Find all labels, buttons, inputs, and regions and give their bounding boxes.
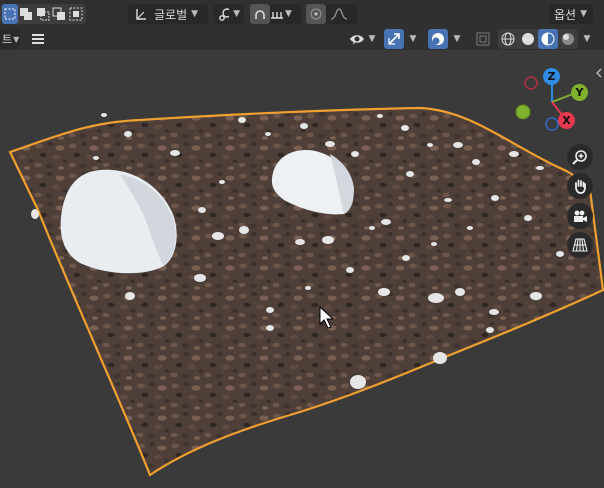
pivot-point-dropdown[interactable]: ▼ <box>214 4 244 24</box>
chevron-down-icon: ▼ <box>453 34 461 44</box>
shading-dropdown[interactable]: ▼ <box>580 29 594 49</box>
sidebar-toggle-icon[interactable] <box>593 64 604 82</box>
gizmo-y-label: Y <box>575 86 584 99</box>
3d-viewport[interactable]: Z Y X <box>0 50 604 488</box>
xray-icon[interactable] <box>473 29 493 49</box>
visibility-dropdown[interactable]: ▼ <box>346 29 378 49</box>
select-intersect-icon[interactable] <box>67 4 84 24</box>
chevron-down-icon: ▼ <box>368 34 376 44</box>
gizmo-x-label: X <box>562 114 571 127</box>
eye-icon <box>349 35 364 45</box>
chevron-down-icon: ▼ <box>580 9 588 19</box>
proportional-group <box>306 4 358 24</box>
menu-hamburger-icon[interactable] <box>28 29 48 49</box>
chevron-down-icon: ▼ <box>409 34 417 44</box>
gizmo-dropdown[interactable]: ▼ <box>406 29 420 49</box>
pivot-icon <box>219 8 230 21</box>
select-extend-icon[interactable] <box>18 4 35 24</box>
mode-label: 트 <box>2 33 13 46</box>
snap-increment-icon[interactable]: ▼ <box>270 4 292 24</box>
options-label: 옵션 <box>554 7 577 22</box>
transform-orientation-dropdown[interactable]: 글로벌 ▼ <box>128 4 208 24</box>
select-invert-icon[interactable] <box>51 4 68 24</box>
snap-group: ▼ <box>250 4 302 24</box>
rendered-shading-icon[interactable] <box>558 29 578 49</box>
gizmo-x-axis[interactable]: X <box>558 112 575 129</box>
gizmo-neg-y[interactable] <box>515 104 531 120</box>
overlay-icon[interactable] <box>428 29 448 49</box>
snap-icon[interactable] <box>250 4 270 24</box>
mode-dropdown[interactable]: 트 ▼ <box>0 29 20 49</box>
chevron-down-icon: ▼ <box>13 34 20 44</box>
solid-shading-icon[interactable] <box>518 29 538 49</box>
orientation-label: 글로벌 <box>154 7 188 22</box>
navigation-gizmo[interactable]: Z Y X <box>510 68 592 134</box>
zoom-icon[interactable] <box>567 144 593 170</box>
select-new-icon[interactable] <box>2 4 18 24</box>
pan-hand-icon[interactable] <box>567 173 593 199</box>
proportional-edit-icon[interactable] <box>306 4 326 24</box>
gizmo-z-label: Z <box>547 70 556 83</box>
wireframe-shading-icon[interactable] <box>498 29 518 49</box>
select-mode-group <box>0 4 86 24</box>
gizmo-neg-x[interactable] <box>524 76 538 90</box>
gizmo-icon[interactable] <box>384 29 404 49</box>
overlay-dropdown[interactable]: ▼ <box>450 29 464 49</box>
gizmo-neg-z[interactable] <box>545 117 559 131</box>
select-subtract-icon[interactable] <box>34 4 51 24</box>
chevron-down-icon: ▼ <box>285 9 292 19</box>
falloff-icon[interactable] <box>326 4 352 24</box>
chevron-down-icon: ▼ <box>233 9 240 19</box>
gizmo-y-axis[interactable]: Y <box>571 84 588 101</box>
gizmo-z-axis[interactable]: Z <box>543 68 560 85</box>
shading-group <box>498 29 578 49</box>
material-shading-icon[interactable] <box>538 29 558 49</box>
viewport-header: 트 ▼ ▼ ▼ ▼ ▼ <box>0 28 604 50</box>
camera-icon[interactable] <box>567 203 593 229</box>
tool-header: 글로벌 ▼ ▼ ▼ 옵션 ▼ <box>0 0 604 28</box>
chevron-down-icon: ▼ <box>191 9 199 19</box>
orientation-icon <box>136 9 146 20</box>
grid-perspective-icon[interactable] <box>567 232 593 258</box>
options-dropdown[interactable]: 옵션 ▼ <box>549 4 593 24</box>
chevron-down-icon: ▼ <box>583 34 591 44</box>
